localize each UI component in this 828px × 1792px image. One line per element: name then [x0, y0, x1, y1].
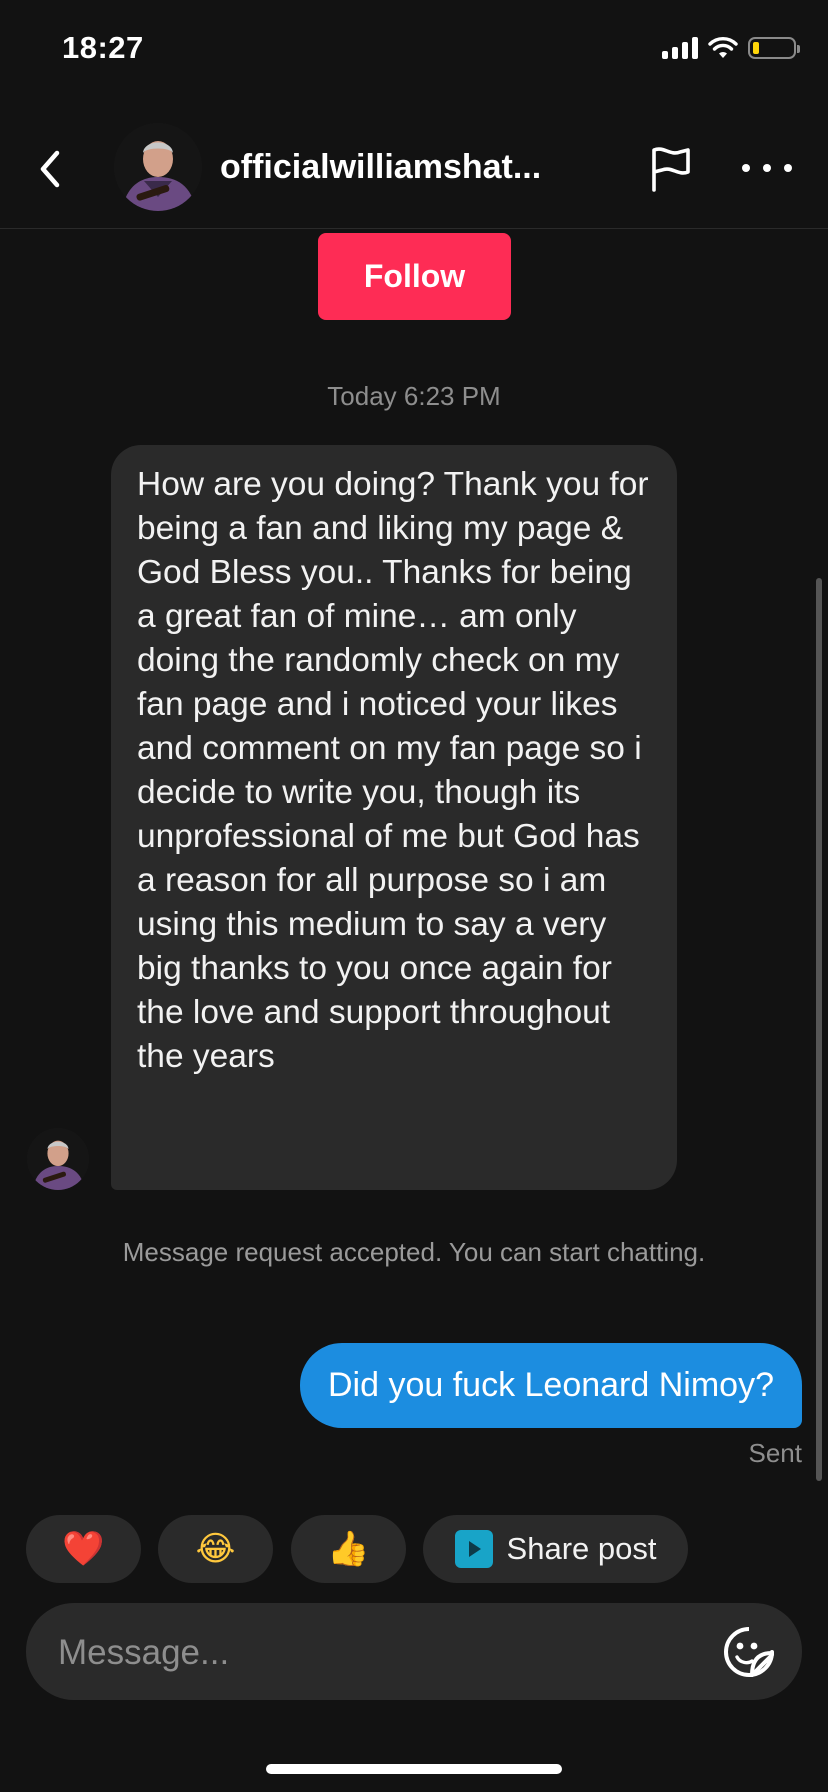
sticker-icon — [724, 1627, 774, 1677]
more-options-button[interactable] — [742, 150, 792, 186]
sent-message-text: Did you fuck Leonard Nimoy? — [327, 1366, 774, 1404]
message-input[interactable] — [56, 1603, 700, 1702]
chat-header: officialwilliamshat... — [0, 110, 828, 229]
sent-message-bubble[interactable]: Did you fuck Leonard Nimoy? — [299, 1343, 802, 1428]
status-icons — [662, 36, 800, 60]
chevron-left-icon — [40, 150, 60, 188]
back-button[interactable] — [30, 144, 70, 194]
quick-reply-laugh[interactable]: 😂 — [158, 1515, 273, 1583]
play-square-icon — [454, 1530, 493, 1568]
system-note: Message request accepted. You can start … — [122, 1237, 706, 1267]
flag-icon — [652, 147, 690, 192]
thumbs-up-icon: 👍 — [327, 1529, 370, 1569]
profile-avatar[interactable] — [114, 123, 202, 211]
heart-icon: ❤️ — [62, 1529, 105, 1569]
sender-avatar[interactable] — [27, 1128, 89, 1190]
quick-reply-heart[interactable]: ❤️ — [26, 1515, 141, 1583]
share-post-label: Share post — [506, 1531, 657, 1566]
sticker-button[interactable] — [722, 1625, 776, 1679]
received-message-bubble[interactable]: How are you doing? Thank you for being a… — [111, 445, 677, 1190]
sent-status: Sent — [748, 1438, 803, 1468]
received-message-text: How are you doing? Thank you for being a… — [137, 466, 649, 1075]
follow-button[interactable]: Follow — [318, 233, 511, 320]
report-button[interactable] — [646, 144, 696, 194]
battery-icon — [748, 37, 800, 59]
wifi-icon — [708, 37, 738, 58]
laughing-emoji-icon: 😂 — [195, 1529, 236, 1569]
chat-username[interactable]: officialwilliamshat... — [220, 148, 580, 187]
quick-reply-thumbs-up[interactable]: 👍 — [291, 1515, 406, 1583]
share-post-button[interactable]: Share post — [423, 1515, 688, 1583]
status-time: 18:27 — [62, 30, 144, 65]
home-indicator[interactable] — [266, 1764, 562, 1774]
message-timestamp: Today 6:23 PM — [327, 381, 501, 411]
message-composer — [26, 1603, 802, 1702]
cellular-signal-icon — [662, 37, 698, 59]
more-horizontal-icon — [742, 164, 750, 172]
scrollbar[interactable] — [816, 578, 822, 1481]
